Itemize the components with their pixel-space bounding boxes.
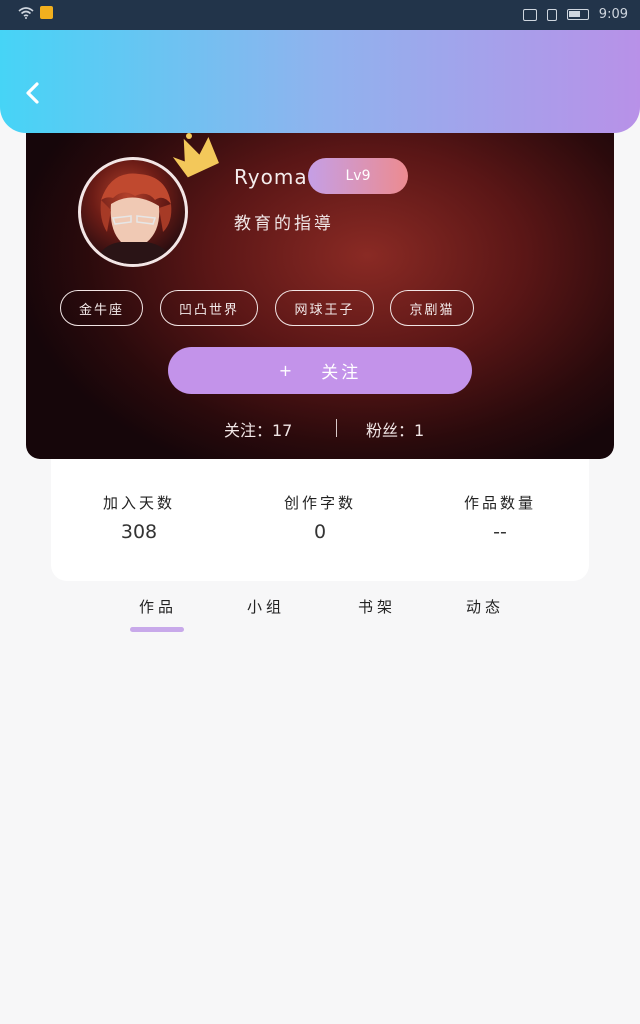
- stat-word-count: 创作字数 0: [250, 492, 390, 543]
- sim-icon: [522, 8, 537, 21]
- user-motto: 教育的指導: [234, 214, 334, 234]
- following-count[interactable]: 关注：17: [224, 417, 292, 441]
- notification-app-icon: [40, 6, 53, 19]
- tag-item[interactable]: 网球王子: [275, 290, 374, 326]
- stat-value: --: [493, 521, 507, 543]
- back-button[interactable]: [18, 78, 48, 108]
- vibrate-icon: [546, 8, 557, 21]
- counts-divider: [336, 419, 337, 437]
- level-badge: Lv9: [308, 158, 408, 194]
- profile-card: Ryomae Lv9 教育的指導 金牛座 凹凸世界 网球王子 京剧猫 + 关注 …: [26, 120, 614, 459]
- crown-icon: [172, 133, 219, 178]
- tab-activity[interactable]: 动态: [466, 596, 504, 617]
- follow-button[interactable]: + 关注: [168, 347, 472, 394]
- stat-join-days: 加入天数 308: [69, 492, 209, 543]
- tab-active-indicator: [130, 627, 184, 632]
- stat-label: 创作字数: [283, 494, 356, 512]
- tag-item[interactable]: 凹凸世界: [160, 290, 258, 326]
- tag-item[interactable]: 金牛座: [60, 290, 143, 326]
- stat-value: 0: [313, 521, 327, 543]
- wifi-icon: [18, 6, 34, 19]
- tab-bookshelf[interactable]: 书架: [358, 596, 396, 617]
- top-header: [0, 30, 640, 133]
- tab-groups[interactable]: 小组: [247, 596, 285, 617]
- follow-counts: 关注：17 粉丝：1: [26, 417, 614, 441]
- stat-works-count: 作品数量 --: [430, 492, 570, 543]
- stat-value: 308: [120, 521, 158, 543]
- status-bar: 9:09: [0, 0, 640, 30]
- fans-count[interactable]: 粉丝：1: [366, 417, 424, 441]
- battery-icon: [566, 9, 589, 20]
- chevron-left-icon: [26, 82, 39, 104]
- status-time: 9:09: [598, 7, 628, 22]
- plus-icon: +: [278, 361, 296, 380]
- stats-card: 加入天数 308 创作字数 0 作品数量 --: [51, 459, 589, 581]
- follow-button-label: 关注: [321, 363, 362, 383]
- tab-works[interactable]: 作品: [139, 596, 177, 617]
- stat-label: 作品数量: [463, 494, 536, 512]
- content-tabs: 作品 小组 书架 动态: [0, 590, 640, 640]
- stat-label: 加入天数: [102, 494, 175, 512]
- tag-item[interactable]: 京剧猫: [390, 290, 474, 326]
